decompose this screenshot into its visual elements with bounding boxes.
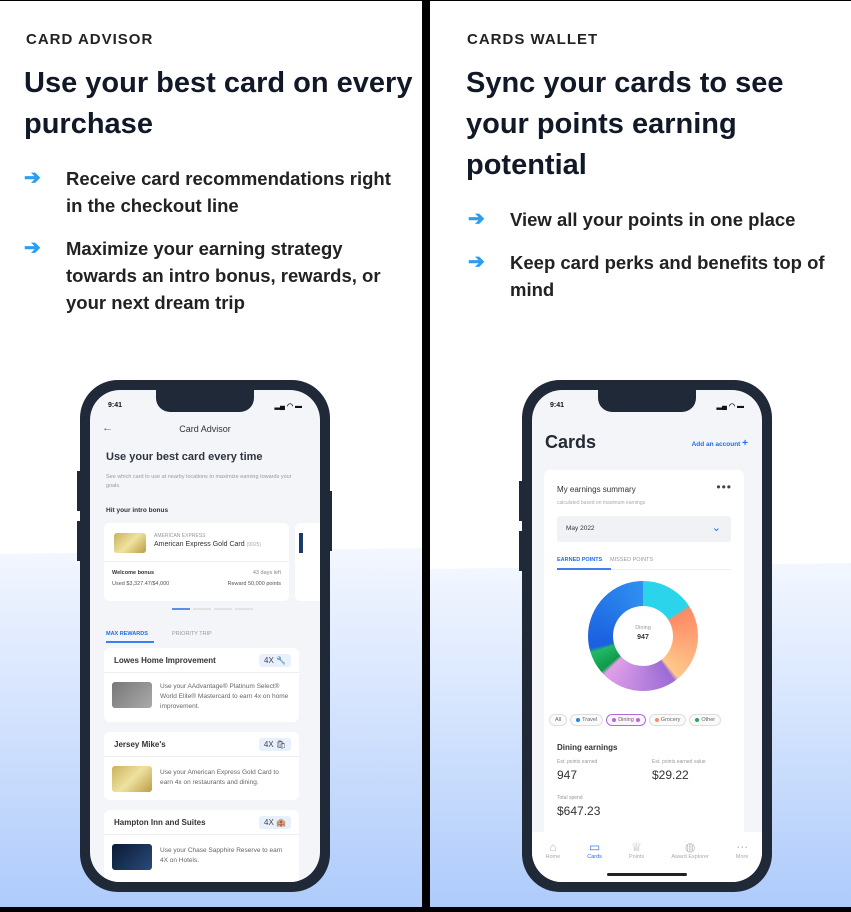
tab-indicator [106, 641, 154, 643]
bullet: ➔ Maximize your earning strategy towards … [24, 235, 394, 316]
status-bar: 9:41 ▂▄ ◠ ▬ [550, 402, 744, 410]
arrow-right-icon: ➔ [468, 251, 485, 273]
card-advisor-panel: CARD ADVISOR Use your best card on every… [0, 1, 422, 907]
multiplier-badge: 4X 🔧 [259, 654, 291, 667]
screen-title: Card Advisor [179, 424, 231, 434]
cards-screen: 9:41 ▂▄ ◠ ▬ Cards Add an account + My ear… [532, 390, 762, 882]
tab-max-rewards[interactable]: MAX REWARDS [106, 631, 148, 637]
multiplier-badge: 4X 🏨 [259, 816, 291, 829]
bullet: ➔ Receive card recommendations right in t… [24, 165, 394, 219]
earnings-donut-chart[interactable]: Dining 947 [588, 581, 698, 691]
category-filters: All Travel Dining Grocery Other [549, 714, 722, 726]
card-image [112, 682, 152, 708]
carousel-dots[interactable] [172, 608, 253, 610]
home-icon: ⌂ [549, 840, 557, 854]
bag-icon: 🛍 [275, 740, 286, 749]
bullet: ➔ Keep card perks and benefits top of min… [468, 249, 828, 303]
nav-more[interactable]: ⋯ More [736, 840, 749, 882]
signal-wifi-battery-icon: ▂▄ ◠ ▬ [274, 403, 302, 410]
arrow-right-icon: ➔ [24, 167, 41, 189]
phone-mockup: 9:41 ▂▄ ◠ ▬ Cards Add an account + My ear… [522, 380, 772, 892]
filter-travel[interactable]: Travel [570, 714, 604, 726]
month-select[interactable]: May 2022 ⌄ [557, 516, 731, 542]
wrench-icon: 🔧 [276, 656, 286, 665]
screen-heading: Use your best card every time [106, 451, 263, 463]
screen-heading: Cards [545, 432, 597, 452]
tab-missed-points[interactable]: MISSED POINTS [610, 557, 653, 563]
eyebrow: CARDS WALLET [467, 31, 599, 48]
plus-icon: + [742, 438, 748, 449]
nav-cards[interactable]: ▭ Cards [587, 840, 602, 882]
bullet-list: ➔ View all your points in one place ➔ Keep… [468, 206, 828, 319]
card-image [112, 766, 152, 792]
arrow-right-icon: ➔ [24, 237, 41, 259]
eyebrow: CARD ADVISOR [26, 31, 154, 48]
headline: Sync your cards to see your points earni… [466, 67, 784, 181]
filter-dining[interactable]: Dining [606, 714, 646, 726]
add-account-button[interactable]: Add an account + [692, 438, 748, 449]
globe-icon: ◍ [684, 840, 696, 854]
tab-earned-points[interactable]: EARNED POINTS [557, 557, 602, 563]
card-image [112, 844, 152, 870]
next-bonus-card[interactable] [295, 523, 320, 601]
bullet: ➔ View all your points in one place [468, 206, 828, 233]
phone-mockup: 9:41 ▂▄ ◠ ▬ ← Card Advisor Use your best … [80, 380, 330, 892]
more-options-icon[interactable]: ••• [716, 480, 732, 494]
hotel-icon: 🏨 [276, 818, 286, 827]
offer-card[interactable]: Lowes Home Improvement 4X 🔧 Use your AAd… [104, 648, 299, 722]
intro-bonus-card[interactable]: AMERICAN EXPRESS American Express Gold C… [104, 523, 289, 601]
card-icon: ▭ [588, 840, 601, 854]
home-indicator [607, 873, 687, 876]
cards-wallet-panel: CARDS WALLET Sync your cards to see your… [430, 1, 851, 907]
section-label: Hit your intro bonus [106, 507, 169, 514]
more-icon: ⋯ [736, 840, 749, 854]
filter-other[interactable]: Other [689, 714, 722, 726]
offer-card[interactable]: Jersey Mike's 4X 🛍 Use your American Exp… [104, 732, 299, 800]
signal-wifi-battery-icon: ▂▄ ◠ ▬ [716, 403, 744, 410]
trophy-icon: ♕ [631, 840, 643, 854]
filter-all[interactable]: All [549, 714, 568, 726]
chevron-down-icon: ⌄ [711, 522, 721, 534]
tab-indicator [557, 568, 611, 570]
screen-subtext: See which card to use at nearby location… [106, 474, 292, 489]
offer-card[interactable]: Hampton Inn and Suites 4X 🏨 Use your Cha… [104, 810, 299, 882]
headline: Use your best card on every purchase [24, 67, 413, 140]
card-image [114, 533, 146, 553]
status-bar: 9:41 ▂▄ ◠ ▬ [108, 402, 302, 410]
earnings-summary-card: My earnings summary ••• calculated based… [544, 470, 744, 850]
arrow-right-icon: ➔ [468, 208, 485, 230]
bullet-list: ➔ Receive card recommendations right in t… [24, 165, 394, 332]
nav-home[interactable]: ⌂ Home [546, 840, 561, 882]
card-advisor-screen: 9:41 ▂▄ ◠ ▬ ← Card Advisor Use your best … [90, 390, 320, 882]
multiplier-badge: 4X 🛍 [258, 738, 291, 751]
filter-grocery[interactable]: Grocery [648, 714, 687, 726]
tab-priority-trip[interactable]: PRIORITY TRIP [172, 631, 212, 637]
